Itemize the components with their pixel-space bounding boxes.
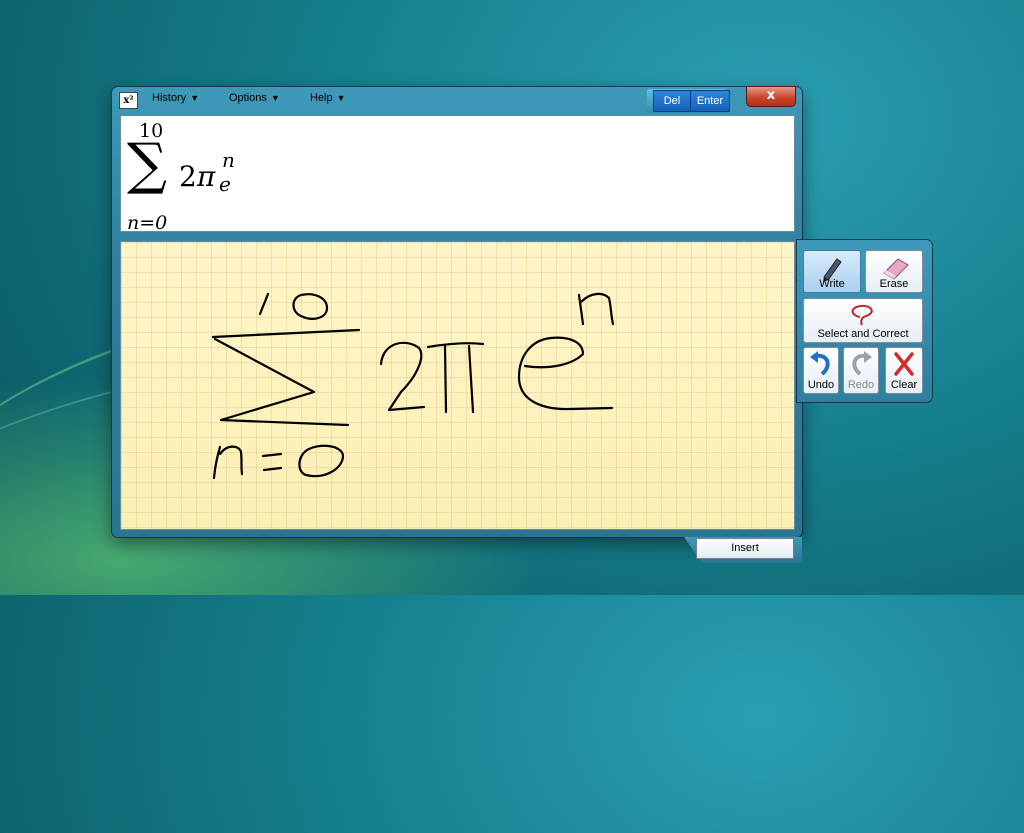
ink-equals — [261, 452, 283, 472]
chevron-down-icon: ▼ — [336, 93, 346, 103]
redo-icon — [852, 351, 872, 376]
ink-e — [517, 336, 614, 411]
clear-label: Clear — [890, 379, 918, 391]
ink-n-superscript — [577, 292, 615, 326]
title-bar[interactable]: x² History ▼ Options ▼ Help ▼ Del Enter x — [112, 86, 802, 113]
ink-one — [258, 292, 270, 316]
summand-superscript: n — [222, 148, 235, 172]
redo-label: Redo — [847, 379, 875, 391]
summand-pi: π — [196, 160, 216, 193]
write-label: Write — [819, 278, 845, 290]
ink-upper-zero — [292, 293, 329, 320]
select-and-correct-button[interactable]: Select and Correct — [803, 298, 923, 343]
select-and-correct-label: Select and Correct — [817, 328, 909, 340]
chevron-down-icon: ▼ — [190, 93, 200, 103]
sum-lower-limit: n=0 — [127, 212, 168, 234]
clear-x-icon — [894, 352, 914, 376]
app-icon: x² — [119, 92, 138, 109]
undo-button[interactable]: Undo — [803, 347, 839, 394]
summand-coefficient: 2 — [179, 160, 197, 193]
erase-label: Erase — [879, 278, 909, 290]
redo-button[interactable]: Redo — [843, 347, 879, 394]
del-button[interactable]: Del — [653, 90, 691, 112]
writing-pad[interactable] — [120, 241, 795, 530]
menu-options[interactable]: Options ▼ — [229, 92, 280, 104]
erase-button[interactable]: Erase — [865, 250, 923, 293]
handwriting-ink — [211, 292, 615, 480]
sum-symbol: ∑ — [127, 132, 167, 197]
formula-preview: 10 ∑ n=0 2π n e — [120, 115, 795, 234]
ink-two — [379, 341, 426, 412]
enter-button[interactable]: Enter — [690, 90, 730, 112]
lasso-icon — [851, 304, 873, 326]
undo-icon — [810, 351, 830, 376]
menu-help[interactable]: Help ▼ — [310, 92, 346, 104]
menu-history[interactable]: History ▼ — [152, 92, 199, 104]
chevron-down-icon: ▼ — [270, 93, 280, 103]
ink-pi — [426, 342, 485, 414]
summand-subscript: e — [219, 172, 231, 196]
menu-help-label: Help — [310, 92, 333, 104]
clear-button[interactable]: Clear — [885, 347, 923, 394]
close-button[interactable]: x — [746, 86, 796, 107]
menu-options-label: Options — [229, 92, 267, 104]
write-button[interactable]: Write — [803, 250, 861, 293]
tool-panel: Write Erase Select and Correct Undo Redo… — [797, 240, 932, 402]
math-input-panel-window: x² History ▼ Options ▼ Help ▼ Del Enter x 1… — [112, 86, 802, 537]
undo-label: Undo — [807, 379, 835, 391]
insert-button[interactable]: Insert — [696, 538, 794, 559]
menu-history-label: History — [152, 92, 187, 104]
summand: 2π n e — [179, 148, 235, 196]
ink-sigma — [211, 328, 361, 427]
ink-lower-zero — [298, 444, 345, 478]
ink-n-lower — [212, 445, 244, 480]
